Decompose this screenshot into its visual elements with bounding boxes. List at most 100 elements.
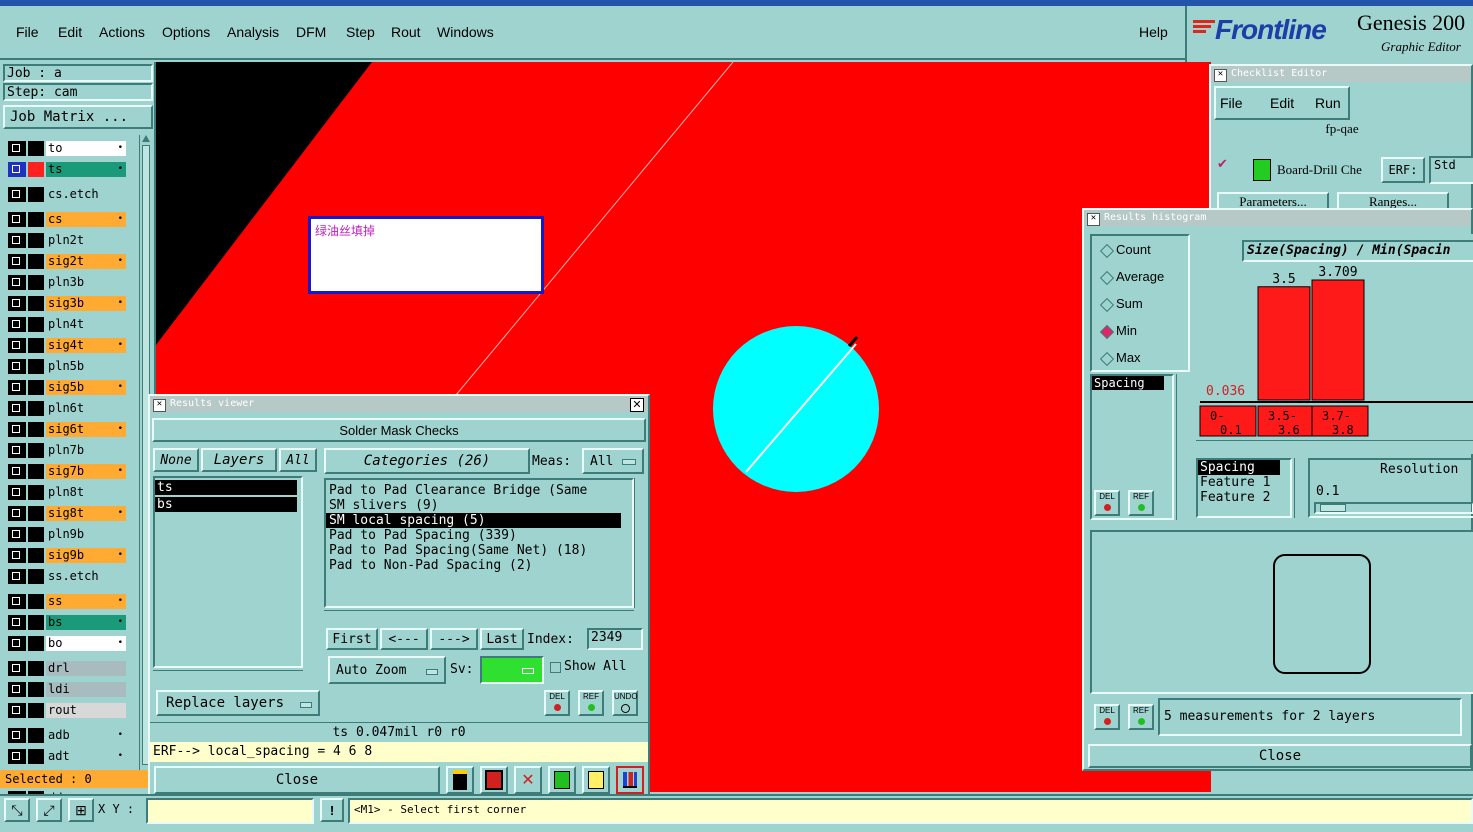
layer-row-sig7b[interactable]: sig7b •: [8, 464, 126, 479]
layer-name[interactable]: pln4t: [46, 317, 126, 332]
layer-row-pln3b[interactable]: pln3b: [8, 275, 126, 290]
mode-count-radio[interactable]: [1099, 243, 1115, 259]
layer-row-pln4t[interactable]: pln4t: [8, 317, 126, 332]
layer-row-pln6t[interactable]: pln6t: [8, 401, 126, 416]
layer-visibility-checkbox[interactable]: [8, 275, 26, 290]
layer-visibility-checkbox[interactable]: [8, 233, 26, 248]
layer-color-swatch[interactable]: [28, 162, 44, 177]
layers-button[interactable]: Layers: [201, 448, 277, 472]
mode-max-radio[interactable]: [1099, 351, 1115, 367]
list-item-selected[interactable]: SM local spacing (5): [326, 513, 621, 528]
category-list[interactable]: Pad to Pad Clearance Bridge (Same SM sli…: [324, 478, 634, 608]
layer-color-swatch[interactable]: [28, 187, 44, 202]
layer-row-bs[interactable]: bs •: [8, 615, 126, 630]
histogram-del-button[interactable]: DEL: [1094, 490, 1120, 516]
none-button[interactable]: None: [153, 448, 199, 472]
layer-color-swatch[interactable]: [28, 615, 44, 630]
layer-visibility-checkbox[interactable]: [8, 594, 26, 609]
layer-visibility-checkbox[interactable]: [8, 636, 26, 651]
erf-field[interactable]: Std: [1429, 156, 1473, 184]
layer-row-pln2t[interactable]: pln2t: [8, 233, 126, 248]
all-button[interactable]: All: [279, 448, 317, 472]
list-item[interactable]: ts: [155, 480, 297, 495]
mode-sum-radio[interactable]: [1099, 297, 1115, 313]
layer-visibility-checkbox[interactable]: [8, 380, 26, 395]
layer-color-swatch[interactable]: [28, 569, 44, 584]
layer-visibility-checkbox[interactable]: [8, 141, 26, 156]
list-item[interactable]: SM slivers (9): [326, 498, 632, 513]
results-undo-button[interactable]: UNDO: [612, 690, 638, 716]
layer-row-bo[interactable]: bo •: [8, 636, 126, 651]
histogram-icon[interactable]: [616, 766, 644, 794]
layer-color-swatch[interactable]: [28, 548, 44, 563]
layer-name[interactable]: cs •: [46, 212, 126, 227]
list-item[interactable]: Pad to Pad Spacing (339): [326, 528, 632, 543]
layer-row-ss-etch[interactable]: ss.etch: [8, 569, 126, 584]
layer-color-swatch[interactable]: [28, 296, 44, 311]
ignore-icon[interactable]: ✕: [514, 766, 542, 794]
meas-dropdown[interactable]: All: [582, 448, 644, 474]
layer-name[interactable]: pln2t: [46, 233, 126, 248]
layer-visibility-checkbox[interactable]: [8, 569, 26, 584]
measure-ref-button[interactable]: REF: [1128, 704, 1154, 730]
category-list-hscrollbar[interactable]: [324, 610, 634, 622]
checklist-menu-file[interactable]: File: [1220, 95, 1243, 111]
layer-name[interactable]: sig4t •: [46, 338, 126, 353]
close-icon[interactable]: ✕: [630, 398, 644, 412]
layer-row-sig8t[interactable]: sig8t •: [8, 506, 126, 521]
layer-row-pln8t[interactable]: pln8t: [8, 485, 126, 500]
layer-row-ss[interactable]: ss •: [8, 594, 126, 609]
layer-row-ts[interactable]: ts •: [8, 162, 126, 177]
feature-attribute-list[interactable]: Spacing Feature 1 Feature 2: [1196, 458, 1292, 518]
layer-color-swatch[interactable]: [28, 338, 44, 353]
erf-button[interactable]: ERF:: [1381, 157, 1425, 183]
close-icon[interactable]: ✕: [1214, 69, 1227, 82]
mode-min-radio[interactable]: [1099, 324, 1115, 340]
grid-icon[interactable]: ⊞: [68, 798, 94, 822]
menu-windows[interactable]: Windows: [437, 24, 494, 40]
layer-row-pln9b[interactable]: pln9b: [8, 527, 126, 542]
layer-color-swatch[interactable]: [28, 359, 44, 374]
previous-button[interactable]: <---: [380, 628, 428, 650]
layer-row-sig4t[interactable]: sig4t •: [8, 338, 126, 353]
zoom-icon[interactable]: ⤡: [4, 798, 30, 822]
layer-color-swatch[interactable]: [28, 749, 44, 764]
layer-visibility-checkbox[interactable]: [8, 422, 26, 437]
feature-list-scrollbar[interactable]: [1294, 458, 1306, 518]
layer-color-swatch[interactable]: [28, 527, 44, 542]
layer-name[interactable]: pln9b: [46, 527, 126, 542]
layer-row-cs-etch[interactable]: cs.etch: [8, 187, 126, 202]
menu-dfm[interactable]: DFM: [296, 24, 326, 40]
category-list-scrollbar[interactable]: [634, 478, 646, 608]
checklist-title-bar[interactable]: ✕ Checklist Editor: [1211, 66, 1471, 82]
layer-visibility-checkbox[interactable]: [8, 703, 26, 718]
menu-actions[interactable]: Actions: [99, 24, 145, 40]
checklist-menu-edit[interactable]: Edit: [1270, 95, 1294, 111]
layer-row-pln7b[interactable]: pln7b: [8, 443, 126, 458]
layer-visibility-checkbox[interactable]: [8, 296, 26, 311]
layer-name[interactable]: sig8t •: [46, 506, 126, 521]
menu-rout[interactable]: Rout: [391, 24, 421, 40]
layer-name[interactable]: pln7b: [46, 443, 126, 458]
categories-button[interactable]: Categories (26): [324, 448, 530, 474]
layer-row-sig6t[interactable]: sig6t •: [8, 422, 126, 437]
shapes-list-icon[interactable]: [446, 766, 474, 794]
layer-name[interactable]: rout: [46, 703, 126, 718]
histogram-bar[interactable]: [1311, 279, 1365, 401]
layer-color-swatch[interactable]: [28, 380, 44, 395]
layer-visibility-checkbox[interactable]: [8, 749, 26, 764]
layer-color-swatch[interactable]: [28, 728, 44, 743]
layer-name[interactable]: pln8t: [46, 485, 126, 500]
list-item[interactable]: Spacing: [1198, 460, 1280, 475]
histogram-list-scrollbar[interactable]: [1176, 374, 1188, 520]
show-all-checkbox[interactable]: [550, 662, 561, 673]
menu-file[interactable]: File: [16, 24, 39, 40]
layer-row-to[interactable]: to •: [8, 141, 126, 156]
layer-row-sig3b[interactable]: sig3b •: [8, 296, 126, 311]
layer-name[interactable]: adb •: [46, 728, 126, 743]
layer-visibility-checkbox[interactable]: [8, 212, 26, 227]
layer-row-adt[interactable]: adt •: [8, 749, 126, 764]
histogram-ref-button[interactable]: REF: [1128, 490, 1154, 516]
layer-name[interactable]: ldi: [46, 682, 126, 697]
layer-name[interactable]: sig9b •: [46, 548, 126, 563]
